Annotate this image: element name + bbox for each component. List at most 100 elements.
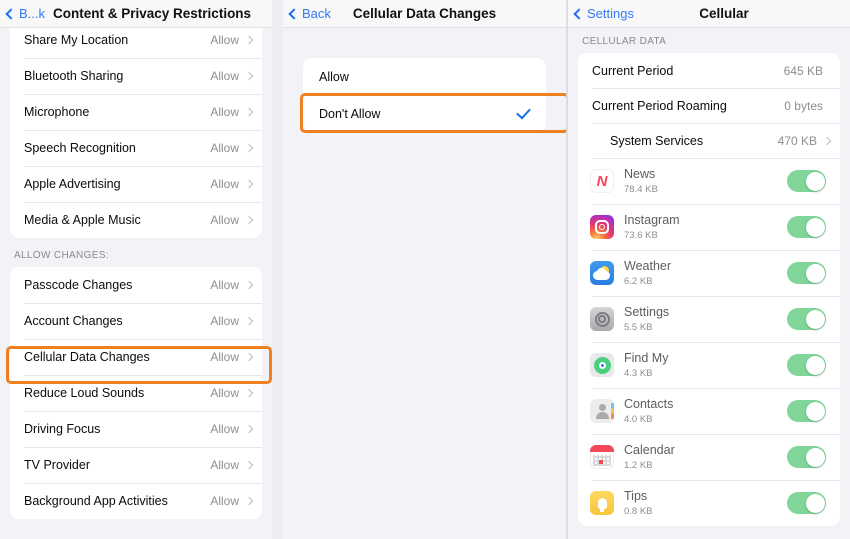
mid-scroll-body[interactable]: Allow Don't Allow bbox=[283, 28, 566, 539]
row-label: Reduce Loud Sounds bbox=[24, 386, 145, 400]
app-name: Tips bbox=[624, 488, 648, 503]
app-text: Calendar 1.2 KB bbox=[624, 443, 787, 472]
right-usage-card: Current Period 645 KB Current Period Roa… bbox=[578, 53, 840, 526]
option-label: Allow bbox=[319, 69, 349, 84]
app-size: 78.4 KB bbox=[624, 183, 658, 195]
mid-option-allow[interactable]: Allow bbox=[303, 58, 546, 95]
left-top-card: Share My Location Allow Bluetooth Sharin… bbox=[10, 28, 262, 238]
left-page-title: Content & Privacy Restrictions bbox=[53, 6, 252, 21]
app-size: 73.6 KB bbox=[624, 229, 658, 241]
panel-gap-left bbox=[272, 0, 283, 539]
mid-options-card: Allow Don't Allow bbox=[303, 58, 546, 132]
checkmark-icon bbox=[516, 104, 531, 119]
tips-icon bbox=[590, 491, 614, 515]
toggle-weather[interactable] bbox=[787, 262, 826, 284]
right-app-row-tips[interactable]: Tips 0.8 KB bbox=[578, 480, 840, 526]
row-value: Allow bbox=[210, 141, 239, 155]
app-size: 5.5 KB bbox=[624, 321, 653, 333]
toggle-knob bbox=[805, 493, 825, 513]
chevron-right-icon bbox=[244, 107, 254, 117]
toggle-tips[interactable] bbox=[787, 492, 826, 514]
left-scroll-body[interactable]: Share My Location Allow Bluetooth Sharin… bbox=[0, 28, 272, 539]
right-row-system-services[interactable]: System Services 470 KB bbox=[578, 123, 840, 158]
left-row-speech-recognition[interactable]: Speech Recognition Allow bbox=[10, 130, 262, 166]
toggle-knob bbox=[805, 171, 825, 191]
toggle-find-my[interactable] bbox=[787, 354, 826, 376]
left-row-share-my-location[interactable]: Share My Location Allow bbox=[10, 28, 262, 58]
contacts-icon bbox=[590, 399, 614, 423]
row-label: Media & Apple Music bbox=[24, 213, 141, 227]
chevron-right-icon bbox=[244, 71, 254, 81]
app-size: 4.0 KB bbox=[624, 413, 653, 425]
toggle-knob bbox=[805, 355, 825, 375]
app-text: Tips 0.8 KB bbox=[624, 489, 787, 518]
instagram-icon bbox=[590, 215, 614, 239]
left-row-cellular-data-changes[interactable]: Cellular Data Changes Allow bbox=[10, 339, 262, 375]
row-label: Background App Activities bbox=[24, 494, 168, 508]
chevron-right-icon bbox=[244, 460, 254, 470]
toggle-calendar[interactable] bbox=[787, 446, 826, 468]
left-back-label: B...k bbox=[19, 6, 46, 21]
option-label: Don't Allow bbox=[319, 106, 381, 121]
row-value: Allow bbox=[210, 69, 239, 83]
toggle-knob bbox=[805, 263, 825, 283]
row-label: Speech Recognition bbox=[24, 141, 136, 155]
row-label: Microphone bbox=[24, 105, 90, 119]
mid-page-title: Cellular Data Changes bbox=[352, 6, 497, 21]
toggle-news[interactable] bbox=[787, 170, 826, 192]
row-value: 470 KB bbox=[777, 133, 817, 148]
left-row-passcode-changes[interactable]: Passcode Changes Allow bbox=[10, 267, 262, 303]
row-value: Allow bbox=[210, 33, 239, 47]
app-size: 6.2 KB bbox=[624, 275, 653, 287]
row-value: Allow bbox=[210, 458, 239, 472]
app-name: Weather bbox=[624, 258, 672, 273]
right-section-header-cellular-data: CELLULAR DATA bbox=[582, 36, 667, 47]
left-row-media-apple-music[interactable]: Media & Apple Music Allow bbox=[10, 202, 262, 238]
toggle-settings[interactable] bbox=[787, 308, 826, 330]
app-text: News 78.4 KB bbox=[624, 167, 787, 196]
toggle-knob bbox=[805, 217, 825, 237]
row-label: Cellular Data Changes bbox=[24, 350, 150, 364]
right-scroll-body[interactable]: CELLULAR DATA Current Period 645 KB Curr… bbox=[568, 28, 850, 539]
right-row-current-period-roaming[interactable]: Current Period Roaming 0 bytes bbox=[578, 88, 840, 123]
left-row-tv-provider[interactable]: TV Provider Allow bbox=[10, 447, 262, 483]
left-row-account-changes[interactable]: Account Changes Allow bbox=[10, 303, 262, 339]
toggle-knob bbox=[805, 309, 825, 329]
app-text: Contacts 4.0 KB bbox=[624, 397, 787, 426]
row-value: 0 bytes bbox=[784, 98, 823, 113]
left-panel-content-privacy-restrictions: B...k Content & Privacy Restrictions Sha… bbox=[0, 0, 272, 539]
left-row-apple-advertising[interactable]: Apple Advertising Allow bbox=[10, 166, 262, 202]
toggle-contacts[interactable] bbox=[787, 400, 826, 422]
left-row-reduce-loud-sounds[interactable]: Reduce Loud Sounds Allow bbox=[10, 375, 262, 411]
app-name: Find My bbox=[624, 350, 669, 365]
mid-panel-cellular-data-changes: Back Cellular Data Changes Allow Don't A… bbox=[283, 0, 566, 539]
left-row-driving-focus[interactable]: Driving Focus Allow bbox=[10, 411, 262, 447]
right-app-row-find-my[interactable]: Find My 4.3 KB bbox=[578, 342, 840, 388]
toggle-instagram[interactable] bbox=[787, 216, 826, 238]
right-page-title: Cellular bbox=[699, 6, 749, 21]
row-value: Allow bbox=[210, 177, 239, 191]
row-label: System Services bbox=[610, 133, 704, 148]
right-row-current-period[interactable]: Current Period 645 KB bbox=[578, 53, 840, 88]
left-back-button[interactable]: B...k bbox=[0, 6, 45, 21]
app-name: Instagram bbox=[624, 212, 680, 227]
right-app-row-instagram[interactable]: Instagram 73.6 KB bbox=[578, 204, 840, 250]
settings-icon bbox=[590, 307, 614, 331]
three-panel-screenshot: B...k Content & Privacy Restrictions Sha… bbox=[0, 0, 850, 539]
right-app-row-settings[interactable]: Settings 5.5 KB bbox=[578, 296, 840, 342]
chevron-right-icon bbox=[244, 316, 254, 326]
right-app-row-contacts[interactable]: Contacts 4.0 KB bbox=[578, 388, 840, 434]
chevron-right-icon bbox=[244, 35, 254, 45]
right-navbar: Settings Cellular bbox=[568, 0, 850, 28]
left-row-microphone[interactable]: Microphone Allow bbox=[10, 94, 262, 130]
chevron-right-icon bbox=[244, 179, 254, 189]
left-row-background-app-activities[interactable]: Background App Activities Allow bbox=[10, 483, 262, 519]
right-app-row-weather[interactable]: Weather 6.2 KB bbox=[578, 250, 840, 296]
mid-option-dont-allow[interactable]: Don't Allow bbox=[303, 95, 546, 132]
right-app-row-calendar[interactable]: Calendar 1.2 KB bbox=[578, 434, 840, 480]
left-navbar: B...k Content & Privacy Restrictions bbox=[0, 0, 272, 28]
right-app-row-news[interactable]: N News 78.4 KB bbox=[578, 158, 840, 204]
app-size: 1.2 KB bbox=[624, 459, 653, 471]
row-label: Current Period bbox=[592, 63, 674, 78]
left-row-bluetooth-sharing[interactable]: Bluetooth Sharing Allow bbox=[10, 58, 262, 94]
